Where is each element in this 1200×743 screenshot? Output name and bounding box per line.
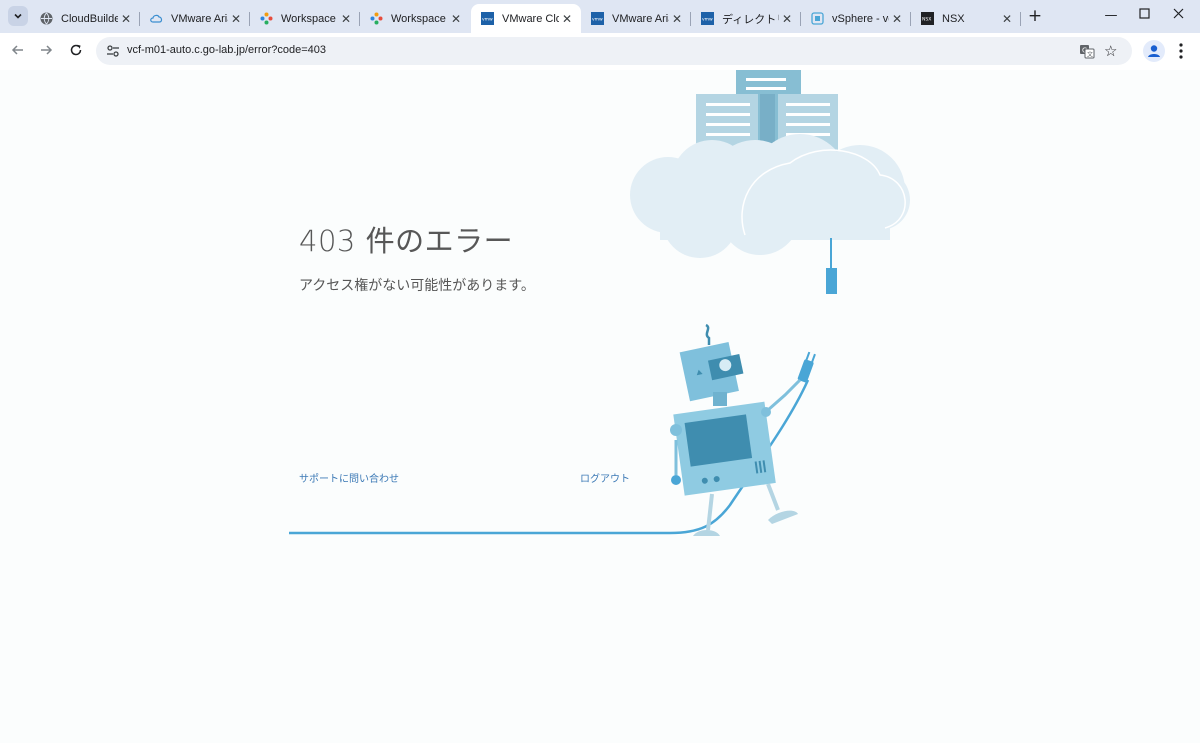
error-illustration [289,70,910,536]
back-button[interactable] [8,42,28,62]
minimize-button[interactable]: — [1101,6,1121,26]
tab-separator [1020,12,1021,26]
close-tab-icon[interactable]: ✕ [448,12,464,26]
error-title: 403 件のエラー [299,224,514,258]
chevron-down-icon [14,13,22,19]
profile-avatar[interactable] [1143,40,1165,62]
translate-icon[interactable]: G 文 [1079,43,1095,59]
maximize-icon [1138,8,1150,19]
browser-tab[interactable]: vmw ディレクトリ | V✕ [691,4,801,33]
site-info-icon[interactable] [105,43,121,59]
vsphere-icon [811,12,824,25]
vmware-icon: vmw [591,12,604,25]
svg-text:NSX: NSX [922,17,931,23]
tab-title: NSX [942,12,965,25]
svg-text:vmw: vmw [592,18,603,23]
tab-title: VMware Aria [171,12,228,25]
tab-search-button[interactable] [8,6,28,26]
tab-title: Workspace O [281,12,338,25]
vmware-icon: vmw [701,12,714,25]
close-tab-icon[interactable]: ✕ [118,12,134,26]
close-tab-icon[interactable]: ✕ [228,12,244,26]
logout-link[interactable]: ログアウト [580,470,630,485]
svg-text:vmw: vmw [482,18,493,23]
maximize-button[interactable] [1134,6,1154,26]
nsx-icon: NSX [921,12,934,25]
browser-tab[interactable]: Workspace O✕ [250,4,360,33]
close-tab-icon[interactable]: ✕ [889,12,905,26]
browser-tab[interactable]: VMware Aria ✕ [140,4,250,33]
browser-tab[interactable]: vmw VMware Clo ✕ [471,4,581,33]
tab-title: ディレクトリ | V [722,13,779,26]
reload-icon [70,44,82,56]
url-text[interactable]: vcf-m01-auto.c.go-lab.jp/error?code=403 [127,44,326,56]
error-page: 403 件のエラー アクセス権がない可能性があります。 サポートに問い合わせ ロ… [0,70,1200,743]
close-tab-icon[interactable]: ✕ [559,12,575,26]
forward-button[interactable] [36,42,56,62]
arrow-right-icon [41,45,53,55]
error-description: アクセス権がない可能性があります。 [299,278,535,294]
browser-tab[interactable]: vmw VMware Aria ✕ [581,4,691,33]
globe-icon [40,12,53,25]
svg-text:vmw: vmw [702,18,713,23]
close-tab-icon[interactable]: ✕ [669,12,685,26]
person-icon [1148,45,1160,57]
vmware-icon: vmw [481,12,494,25]
cloud-icon [150,12,163,25]
workspace-one-icon [370,12,383,25]
new-tab-button[interactable]: + [1026,6,1044,26]
workspace-one-icon [260,12,273,25]
tab-title: Workspace O [391,12,448,25]
contact-support-link[interactable]: サポートに問い合わせ [299,470,399,485]
close-window-button[interactable] [1168,6,1188,26]
cloud-illustration [630,134,910,258]
close-tab-icon[interactable]: ✕ [999,12,1015,26]
tab-title: CloudBuilder [61,12,118,25]
reload-button[interactable] [66,42,86,62]
arrow-left-icon [11,45,23,55]
close-tab-icon[interactable]: ✕ [779,12,795,26]
tab-strip: CloudBuilder✕VMware Aria✕Workspace O✕Wor… [0,0,1200,33]
tab-title: VMware Aria [612,12,669,25]
address-bar[interactable]: vcf-m01-auto.c.go-lab.jp/error?code=403 … [96,37,1132,65]
browser-tab[interactable]: Workspace O✕ [360,4,470,33]
hanging-plug-illustration [826,238,837,294]
close-tab-icon[interactable]: ✕ [338,12,354,26]
browser-tab[interactable]: CloudBuilder ✕ [30,4,140,33]
browser-tab[interactable]: NSX NSX ✕ [911,4,1021,33]
robot-plug [797,351,816,383]
browser-toolbar: vcf-m01-auto.c.go-lab.jp/error?code=403 … [0,33,1200,71]
bookmark-star-icon[interactable]: ☆ [1104,41,1117,61]
tab-title: VMware Clo [502,12,559,25]
more-menu-icon[interactable] [1176,41,1186,61]
close-icon [1173,8,1183,19]
tab-title: vSphere - vc [832,12,889,25]
browser-tab[interactable]: vSphere - vc ✕ [801,4,911,33]
svg-text:文: 文 [1087,51,1093,59]
